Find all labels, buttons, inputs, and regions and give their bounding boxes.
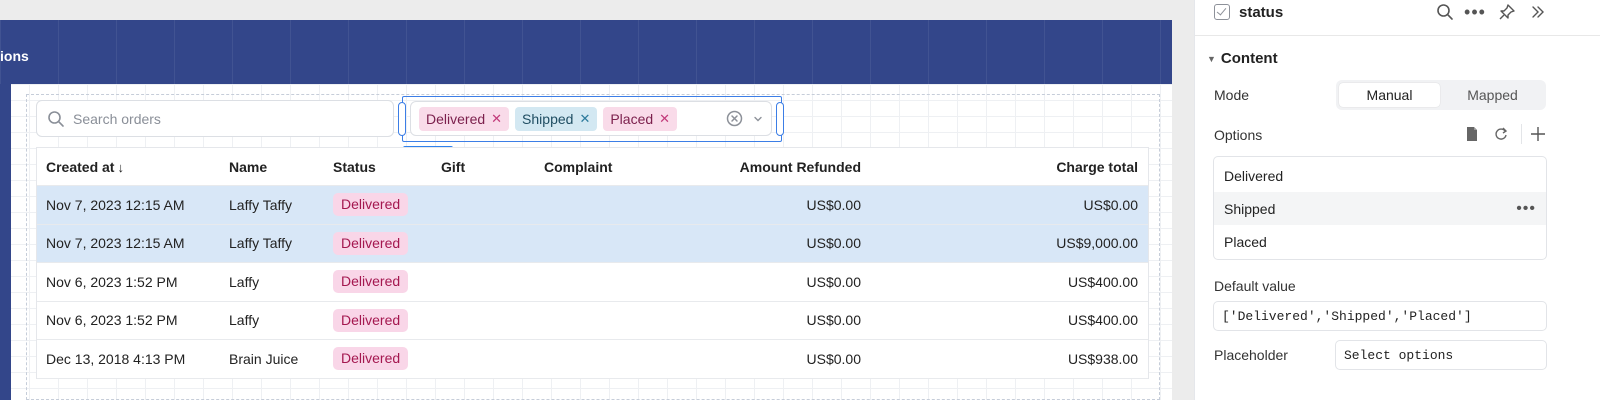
section-title: Content bbox=[1220, 50, 1278, 67]
search-placeholder: Search orders bbox=[73, 110, 161, 127]
table-header-row: Created at ↓ Name Status Gift Complaint A… bbox=[37, 148, 1148, 186]
placeholder-label: Placeholder bbox=[1214, 347, 1288, 363]
option-more-icon[interactable]: ••• bbox=[1516, 201, 1536, 217]
cell-status: Delivered bbox=[324, 308, 432, 332]
cell-created: Dec 13, 2018 4:13 PM bbox=[46, 350, 186, 367]
cell-refunded: US$0.00 bbox=[806, 312, 861, 329]
search-icon[interactable] bbox=[1435, 2, 1455, 22]
tag-delivered: Delivered ✕ bbox=[419, 106, 510, 131]
cell-status: Delivered bbox=[324, 270, 432, 294]
mode-manual-option[interactable]: Manual bbox=[1339, 83, 1440, 107]
cell-total: US$938.00 bbox=[1067, 350, 1138, 367]
cell-refunded: US$0.00 bbox=[806, 350, 861, 367]
tag-shipped: Shipped ✕ bbox=[515, 106, 598, 131]
mode-segmented-control: Manual Mapped bbox=[1336, 80, 1546, 110]
chevron-down-icon[interactable] bbox=[752, 113, 764, 125]
inspector-header: status ••• bbox=[1195, 0, 1600, 36]
status-badge: Delivered bbox=[333, 347, 409, 371]
clear-all-icon[interactable] bbox=[726, 110, 743, 127]
column-header-name[interactable]: Name bbox=[220, 159, 324, 175]
tag-placed: Placed ✕ bbox=[603, 106, 678, 131]
remove-tag-icon[interactable]: ✕ bbox=[579, 112, 590, 125]
cell-name: Laffy Taffy bbox=[229, 235, 293, 252]
document-icon[interactable] bbox=[1463, 125, 1481, 143]
cell-total: US$0.00 bbox=[1083, 196, 1138, 213]
status-badge: Delivered bbox=[333, 270, 409, 294]
cell-created: Nov 6, 2023 1:52 PM bbox=[46, 273, 178, 290]
left-nav-strip bbox=[0, 84, 11, 400]
tag-label: Delivered bbox=[426, 110, 486, 127]
header-grid bbox=[0, 20, 1172, 84]
column-header-created[interactable]: Created at ↓ bbox=[37, 159, 220, 175]
resize-handle-left[interactable] bbox=[398, 102, 406, 136]
cell-total: US$400.00 bbox=[1067, 273, 1138, 290]
column-header-gift[interactable]: Gift bbox=[432, 159, 535, 175]
app-header: ions bbox=[0, 20, 1172, 84]
tag-label: Placed bbox=[610, 110, 654, 127]
app-canvas: ions Search orders Delivered ✕ Shipped ✕… bbox=[0, 0, 1194, 400]
more-options-icon[interactable]: ••• bbox=[1464, 2, 1485, 22]
cell-name: Brain Juice bbox=[229, 350, 299, 367]
options-label: Options bbox=[1214, 127, 1263, 143]
pin-icon[interactable] bbox=[1497, 2, 1517, 22]
default-value-label: Default value bbox=[1214, 278, 1296, 294]
cell-created: Nov 7, 2023 12:15 AM bbox=[46, 235, 185, 252]
next-field-label-clipped bbox=[1214, 386, 1254, 400]
remove-tag-icon[interactable]: ✕ bbox=[491, 112, 502, 125]
cell-total: US$400.00 bbox=[1067, 312, 1138, 329]
status-badge: Delivered bbox=[333, 308, 409, 332]
column-header-complaint[interactable]: Complaint bbox=[535, 159, 665, 175]
caret-down-icon: ▼ bbox=[1207, 53, 1216, 64]
column-header-total[interactable]: Charge total bbox=[861, 159, 1148, 175]
column-header-label: Created at bbox=[46, 158, 115, 175]
table-row[interactable]: Nov 6, 2023 1:52 PM Laffy Delivered US$0.00… bbox=[37, 302, 1148, 340]
tag-label: Shipped bbox=[522, 110, 574, 127]
cell-created: Nov 6, 2023 1:52 PM bbox=[46, 312, 178, 329]
option-item-placed[interactable]: Placed bbox=[1214, 225, 1546, 258]
cell-name: Laffy Taffy bbox=[229, 196, 293, 213]
content-section-toggle[interactable]: ▼ Content bbox=[1207, 50, 1278, 67]
table-row[interactable]: Nov 7, 2023 12:15 AM Laffy Taffy Delivered… bbox=[37, 224, 1148, 263]
status-badge: Delivered bbox=[333, 193, 409, 217]
checkbox-component-icon bbox=[1214, 4, 1230, 20]
remove-tag-icon[interactable]: ✕ bbox=[659, 112, 670, 125]
inspector-title[interactable]: status bbox=[1239, 4, 1283, 21]
table-row[interactable]: Dec 13, 2018 4:13 PM Brain Juice Delivered… bbox=[37, 340, 1148, 379]
search-icon bbox=[48, 110, 64, 127]
mode-mapped-option[interactable]: Mapped bbox=[1442, 83, 1543, 107]
collapse-panel-icon[interactable] bbox=[1528, 2, 1548, 22]
cell-status: Delivered bbox=[324, 193, 432, 217]
table-body: Nov 7, 2023 12:15 AM Laffy Taffy Delivered… bbox=[37, 186, 1148, 379]
column-header-refunded[interactable]: Amount Refunded bbox=[665, 159, 861, 175]
cell-total: US$9,000.00 bbox=[1056, 235, 1138, 252]
option-item-shipped[interactable]: Shipped ••• bbox=[1214, 192, 1546, 225]
mode-label: Mode bbox=[1214, 87, 1250, 103]
sort-descending-icon: ↓ bbox=[117, 159, 124, 175]
table-row[interactable]: Nov 6, 2023 1:52 PM Laffy Delivered US$0.00… bbox=[37, 263, 1148, 302]
option-item-delivered[interactable]: Delivered bbox=[1214, 159, 1546, 192]
cell-status: Delivered bbox=[324, 347, 432, 371]
status-multiselect[interactable]: Delivered ✕ Shipped ✕ Placed ✕ bbox=[410, 101, 772, 136]
add-option-icon[interactable] bbox=[1529, 125, 1547, 143]
table-row[interactable]: Nov 7, 2023 12:15 AM Laffy Taffy Delivered… bbox=[37, 186, 1148, 225]
column-header-status[interactable]: Status bbox=[324, 159, 432, 175]
cell-created: Nov 7, 2023 12:15 AM bbox=[46, 196, 185, 213]
default-value-field[interactable]: ['Delivered','Shipped','Placed'] bbox=[1213, 301, 1547, 331]
status-badge: Delivered bbox=[333, 231, 409, 255]
option-label: Shipped bbox=[1224, 200, 1276, 217]
cell-refunded: US$0.00 bbox=[806, 273, 861, 290]
orders-table: Created at ↓ Name Status Gift Complaint A… bbox=[36, 147, 1149, 379]
placeholder-field[interactable]: Select options bbox=[1335, 340, 1547, 370]
resize-handle-right[interactable] bbox=[776, 102, 784, 136]
search-input[interactable]: Search orders bbox=[36, 100, 394, 137]
cell-status: Delivered bbox=[324, 231, 432, 255]
cell-refunded: US$0.00 bbox=[806, 235, 861, 252]
toolbar-divider bbox=[1521, 124, 1522, 144]
app-header-title: ions bbox=[0, 48, 29, 64]
options-list: Delivered Shipped ••• Placed bbox=[1213, 156, 1547, 260]
cell-refunded: US$0.00 bbox=[806, 196, 861, 213]
cell-name: Laffy bbox=[229, 273, 260, 290]
refresh-icon[interactable] bbox=[1492, 125, 1510, 143]
cell-name: Laffy bbox=[229, 312, 260, 329]
